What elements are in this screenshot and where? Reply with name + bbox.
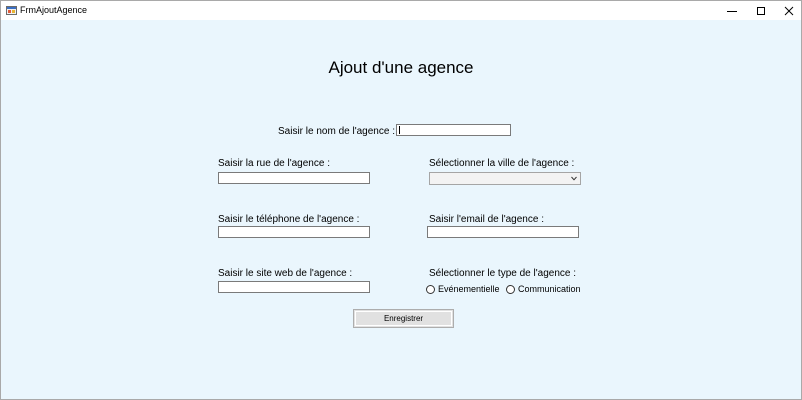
minimize-button[interactable] <box>717 1 747 20</box>
ville-label: Sélectionner la ville de l'agence : <box>429 158 575 169</box>
nom-input[interactable] <box>396 124 511 136</box>
telephone-label: Saisir le téléphone de l'agence : <box>218 214 360 225</box>
radio-evenementielle[interactable] <box>426 285 435 294</box>
email-input[interactable] <box>427 226 579 238</box>
radio-evenementielle-label[interactable]: Evénementielle <box>438 284 500 295</box>
nom-label: Saisir le nom de l'agence : <box>278 126 395 137</box>
page-title: Ajout d'une agence <box>328 58 474 77</box>
site-web-label: Saisir le site web de l'agence : <box>218 268 353 279</box>
email-label: Saisir l'email de l'agence : <box>429 214 544 225</box>
app-icon <box>6 4 17 15</box>
rue-input[interactable] <box>218 172 370 184</box>
minimize-icon <box>727 10 737 12</box>
close-icon <box>784 6 794 15</box>
radio-communication[interactable] <box>506 285 515 294</box>
chevron-down-icon <box>571 176 577 181</box>
radio-communication-label[interactable]: Communication <box>518 284 581 295</box>
maximize-button[interactable] <box>746 1 776 20</box>
enregistrer-label: Enregistrer <box>383 314 424 323</box>
rue-label: Saisir la rue de l'agence : <box>218 158 330 169</box>
type-label: Sélectionner le type de l'agence : <box>429 268 577 279</box>
close-button[interactable] <box>774 1 802 20</box>
window-title: FrmAjoutAgence <box>20 5 88 15</box>
text-caret <box>399 126 400 134</box>
title-bar[interactable]: FrmAjoutAgence <box>1 1 801 20</box>
ville-select[interactable] <box>429 172 581 185</box>
app-window: FrmAjoutAgence Ajout d'une agence Saisir… <box>0 0 802 400</box>
maximize-icon <box>757 6 765 15</box>
site-web-input[interactable] <box>218 281 370 293</box>
telephone-input[interactable] <box>218 226 370 238</box>
enregistrer-button[interactable]: Enregistrer <box>353 309 454 328</box>
